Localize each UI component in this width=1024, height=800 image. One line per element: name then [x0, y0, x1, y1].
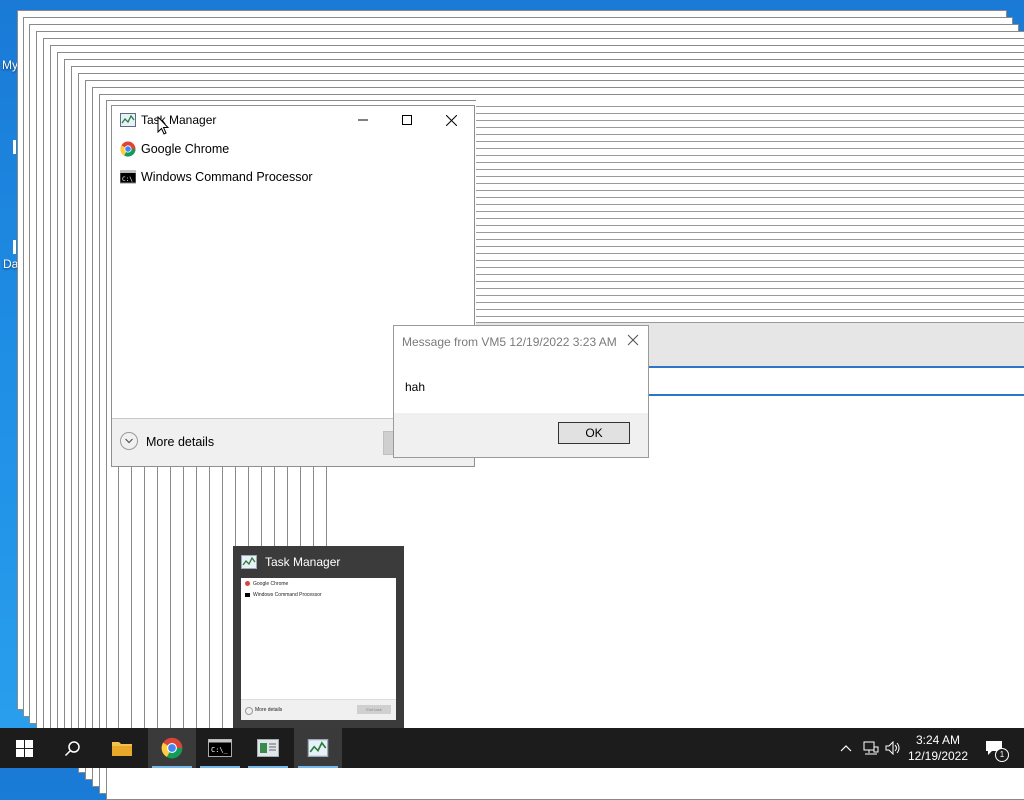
window-title: Task Manager	[141, 113, 217, 127]
cmd-icon	[245, 593, 250, 597]
dialog-footer: OK	[394, 413, 648, 457]
notification-badge: 1	[995, 748, 1009, 762]
network-button[interactable]	[860, 728, 882, 768]
volume-button[interactable]	[883, 728, 903, 768]
message-dialog[interactable]: Message from VM5 12/19/2022 3:23 AM hah …	[393, 325, 649, 458]
task-manager-icon	[241, 555, 257, 569]
thumbnail-content: Google Chrome Windows Command Processor …	[241, 578, 396, 720]
chevron-down-icon[interactable]	[120, 432, 138, 450]
task-manager-icon	[307, 739, 329, 757]
system-clock[interactable]: 3:24 AM 12/19/2022	[902, 732, 974, 764]
dialog-close-button[interactable]	[626, 333, 640, 347]
dialog-message: hah	[405, 380, 426, 394]
maximize-button[interactable]	[384, 106, 429, 134]
minimize-icon	[357, 119, 368, 121]
app-label: Google Chrome	[141, 142, 230, 156]
show-hidden-icons-button[interactable]	[836, 728, 856, 768]
thumbnail-row: Google Chrome	[253, 581, 289, 587]
taskbar-task-manager[interactable]	[294, 728, 342, 768]
clock-time: 3:24 AM	[915, 733, 961, 747]
close-button[interactable]	[429, 106, 474, 134]
more-details-link[interactable]: More details	[146, 435, 214, 449]
window-app-icon	[257, 739, 279, 757]
thumbnail-more-details: More details	[255, 707, 283, 713]
thumbnail-row: Windows Command Processor	[253, 592, 322, 598]
clock-date: 12/19/2022	[907, 749, 969, 763]
task-manager-icon	[120, 113, 136, 127]
thumbnail-footer: More details End task	[241, 699, 396, 720]
taskbar-cmd[interactable]: C:\_	[196, 728, 244, 768]
windows-logo-icon	[15, 739, 33, 757]
thumbnail-title: Task Manager	[265, 555, 341, 569]
thumbnail-end-task: End task	[357, 705, 391, 714]
cmd-icon: C:\_	[208, 739, 232, 757]
volume-icon	[885, 741, 900, 755]
minimize-button[interactable]	[340, 106, 385, 134]
ok-button[interactable]: OK	[558, 422, 630, 444]
dialog-title: Message from VM5 12/19/2022 3:23 AM	[402, 335, 617, 349]
taskbar-app-window[interactable]	[244, 728, 292, 768]
chevron-down-icon	[245, 707, 253, 715]
chrome-icon	[245, 581, 250, 586]
maximize-icon	[401, 115, 412, 125]
mouse-cursor-icon	[157, 115, 170, 139]
taskbar-file-explorer[interactable]	[98, 728, 146, 768]
close-icon	[627, 334, 639, 346]
ghost-stripes-horizontal	[476, 100, 1024, 322]
svg-text:C:\_: C:\_	[211, 746, 229, 754]
app-row-chrome[interactable]: Google Chrome	[112, 136, 474, 162]
svg-text:C:\: C:\	[122, 176, 133, 183]
action-center-button[interactable]: 1	[980, 728, 1009, 768]
app-label: Windows Command Processor	[141, 170, 313, 184]
taskbar: C:\_ 3:24 AM 12/19/2022 1	[0, 728, 1024, 768]
chrome-icon	[161, 737, 183, 759]
app-row-cmd[interactable]: C:\ Windows Command Processor	[112, 164, 474, 190]
start-button[interactable]	[0, 728, 48, 768]
folder-icon	[112, 742, 132, 756]
chrome-icon	[120, 141, 136, 157]
search-button[interactable]	[48, 728, 96, 768]
taskbar-thumbnail-preview[interactable]: Task Manager Google Chrome Windows Comma…	[233, 546, 404, 728]
cmd-icon: C:\	[119, 169, 137, 185]
network-icon	[863, 741, 879, 755]
close-icon	[446, 114, 457, 126]
search-icon	[64, 740, 80, 756]
chevron-up-icon	[840, 745, 852, 752]
taskbar-chrome[interactable]	[148, 728, 196, 768]
